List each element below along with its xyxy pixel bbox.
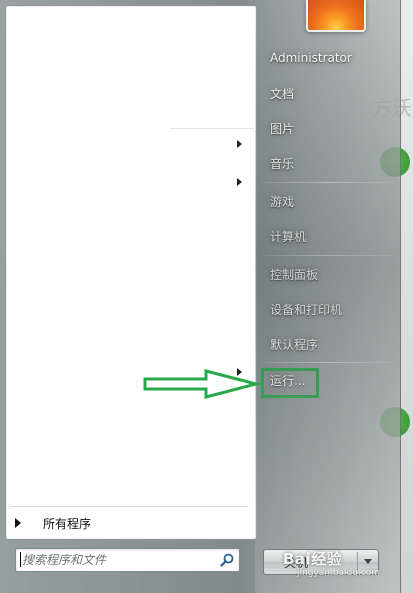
right-separator	[262, 182, 394, 183]
user-avatar[interactable]	[306, 0, 366, 32]
search-box[interactable]	[15, 548, 240, 572]
user-name-label: Administrator	[270, 51, 352, 65]
right-separator	[262, 255, 394, 256]
right-link-label: 游戏	[270, 194, 295, 209]
right-link-label: 图片	[270, 121, 295, 136]
annotation-arrow	[143, 369, 262, 399]
right-link-label: 音乐	[270, 156, 295, 171]
right-link-label: 文档	[270, 86, 295, 101]
text-caret	[20, 552, 21, 567]
right-link-games[interactable]: 游戏	[262, 187, 394, 215]
run-highlight-box	[261, 368, 319, 398]
chevron-down-icon[interactable]	[364, 559, 372, 564]
all-programs-label: 所有程序	[43, 516, 92, 531]
right-link-devices-printers[interactable]: 设备和打印机	[262, 295, 394, 323]
shutdown-split	[357, 552, 358, 571]
right-link-label: 控制面板	[270, 267, 319, 282]
all-programs-button[interactable]: 所有程序	[10, 512, 248, 534]
right-link-pictures[interactable]: 图片	[262, 114, 394, 142]
right-link-documents[interactable]: 文档	[262, 79, 394, 107]
right-link-label: 设备和打印机	[270, 302, 343, 317]
triangle-right-icon	[15, 518, 21, 528]
shutdown-button[interactable]: 关机	[263, 549, 379, 575]
user-name-link[interactable]: Administrator	[262, 44, 394, 72]
chevron-right-icon[interactable]	[237, 178, 242, 186]
right-link-control-panel[interactable]: 控制面板	[262, 260, 394, 288]
search-icon[interactable]	[220, 553, 234, 567]
right-link-default-programs[interactable]: 默认程序	[262, 330, 394, 358]
right-link-label: 默认程序	[270, 337, 319, 352]
right-link-run[interactable]: 运行...	[262, 366, 394, 394]
search-input[interactable]	[22, 551, 212, 568]
chevron-right-icon[interactable]	[237, 140, 242, 148]
shutdown-label: 关机	[284, 555, 309, 570]
start-menu: 所有程序 Administrator 文档 图片 音乐 游戏 计算机 控制面板 …	[0, 0, 401, 593]
all-programs-separator	[10, 506, 248, 507]
right-separator	[262, 362, 394, 363]
right-link-music[interactable]: 音乐	[262, 149, 394, 177]
right-link-label: 运行...	[270, 373, 306, 388]
right-link-label: 计算机	[270, 229, 307, 244]
programs-pane	[5, 5, 257, 540]
right-link-computer[interactable]: 计算机	[262, 222, 394, 250]
pinned-separator	[170, 128, 254, 129]
